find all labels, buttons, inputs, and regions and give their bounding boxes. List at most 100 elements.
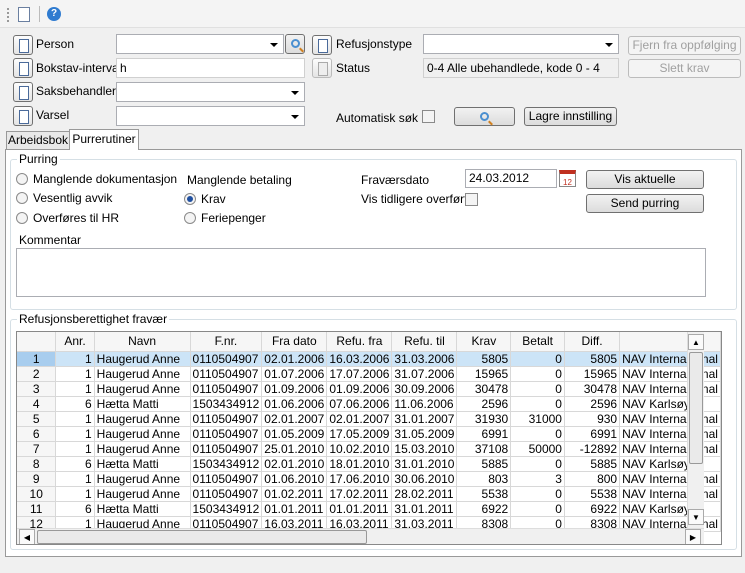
table-cell[interactable]: 0110504907 [190, 351, 263, 367]
table-cell[interactable]: 6 [55, 501, 95, 517]
table-cell[interactable]: 01.09.2006 [261, 381, 328, 397]
table-cell[interactable]: 0110504907 [190, 411, 263, 427]
varsel-icon[interactable] [13, 106, 33, 126]
table-cell[interactable]: 1503434912 [190, 456, 263, 472]
radio-vesentlig-avvik[interactable] [16, 192, 28, 204]
table-cell[interactable]: 1 [55, 351, 95, 367]
table-cell[interactable]: 31930 [456, 411, 512, 427]
table-cell[interactable]: 30.06.2010 [391, 471, 458, 487]
table-cell[interactable]: 0 [510, 456, 565, 472]
saksbehandler-icon[interactable] [13, 82, 33, 102]
search-button[interactable] [454, 107, 515, 126]
table-cell[interactable]: 01.07.2006 [261, 366, 328, 382]
table-cell[interactable]: 31000 [510, 411, 565, 427]
column-header[interactable] [619, 332, 721, 352]
table-cell[interactable]: 1 [55, 381, 95, 397]
table-cell[interactable]: 0 [510, 486, 565, 502]
table-cell[interactable]: NAV Internasjonal [619, 351, 721, 367]
table-cell[interactable]: Haugerud Anne [94, 486, 191, 502]
table-cell[interactable]: 31.01.2011 [391, 501, 458, 517]
automatisk-sok-checkbox[interactable] [422, 110, 435, 123]
table-cell[interactable]: 6922 [564, 501, 621, 517]
table-cell[interactable]: 0 [510, 381, 565, 397]
table-cell[interactable]: 0 [510, 396, 565, 412]
calendar-icon[interactable]: 12 [559, 170, 576, 187]
table-cell[interactable]: NAV Internasjonal [619, 381, 721, 397]
table-cell[interactable]: 25.01.2010 [261, 441, 328, 457]
table-cell[interactable]: Haugerud Anne [94, 381, 191, 397]
tab-arbeidsbok[interactable]: Arbeidsbok [6, 131, 70, 149]
radio-overfores-til-hr[interactable] [16, 212, 28, 224]
table-cell[interactable]: 1 [55, 411, 95, 427]
lagre-innstilling-button[interactable]: Lagre innstilling [524, 107, 617, 126]
table-cell[interactable]: 800 [564, 471, 621, 487]
table-cell[interactable]: 30478 [456, 381, 512, 397]
table-cell[interactable]: 0110504907 [190, 486, 263, 502]
table-cell[interactable]: 3 [510, 471, 565, 487]
table-cell[interactable]: 01.09.2006 [326, 381, 393, 397]
saksbehandler-combo[interactable] [116, 82, 305, 102]
fravaersdato-input[interactable]: 24.03.2012 [465, 169, 557, 188]
table-cell[interactable]: 30478 [564, 381, 621, 397]
column-header[interactable]: Navn [94, 332, 191, 352]
radio-krav[interactable] [184, 193, 196, 205]
scroll-thumb[interactable] [689, 352, 703, 464]
row-header[interactable]: 1 [17, 351, 57, 367]
help-icon[interactable]: ? [47, 7, 61, 21]
column-header[interactable]: Refu. til [391, 332, 458, 352]
person-icon[interactable] [13, 35, 33, 55]
row-header[interactable]: 10 [17, 486, 57, 502]
column-header[interactable]: Fra dato [261, 332, 328, 352]
table-row[interactable]: 6 1 Haugerud Anne 0110504907 01.05.2009 17.05… [17, 426, 721, 442]
column-header[interactable]: Betalt [510, 332, 565, 352]
table-cell[interactable]: 18.01.2010 [326, 456, 393, 472]
table-cell[interactable]: 10.02.2010 [326, 441, 393, 457]
row-header[interactable]: 2 [17, 366, 57, 382]
table-cell[interactable]: NAV Karlsøy [619, 396, 721, 412]
table-cell[interactable]: 6991 [456, 426, 512, 442]
table-cell[interactable]: 15965 [564, 366, 621, 382]
table-row[interactable]: 10 1 Haugerud Anne 0110504907 01.02.2011 17.0… [17, 486, 721, 502]
table-cell[interactable]: 31.05.2009 [391, 426, 458, 442]
row-header[interactable]: 9 [17, 471, 57, 487]
table-cell[interactable]: Haugerud Anne [94, 426, 191, 442]
radio-manglende-dokumentasjon[interactable] [16, 173, 28, 185]
varsel-combo[interactable] [116, 106, 305, 126]
table-cell[interactable]: 1 [55, 486, 95, 502]
table-cell[interactable]: 5805 [456, 351, 512, 367]
table-cell[interactable]: 01.06.2010 [261, 471, 328, 487]
slett-krav-button[interactable]: Slett krav [628, 59, 741, 78]
table-row[interactable]: 4 6 Hætta Matti 1503434912 01.06.2006 07.06.2… [17, 396, 721, 412]
table-cell[interactable]: 02.01.2010 [261, 456, 328, 472]
table-cell[interactable]: Haugerud Anne [94, 411, 191, 427]
table-cell[interactable]: 31.01.2007 [391, 411, 458, 427]
table-cell[interactable]: 0 [510, 366, 565, 382]
table-cell[interactable]: NAV Karlsøy [619, 501, 721, 517]
table-cell[interactable]: 803 [456, 471, 512, 487]
table-cell[interactable]: NAV Internasjonal [619, 486, 721, 502]
table-cell[interactable]: 1503434912 [190, 396, 263, 412]
table-cell[interactable]: 0110504907 [190, 471, 263, 487]
table-cell[interactable]: Haugerud Anne [94, 441, 191, 457]
vis-aktuelle-button[interactable]: Vis aktuelle [586, 170, 704, 189]
table-row[interactable]: 5 1 Haugerud Anne 0110504907 02.01.2007 02.01… [17, 411, 721, 427]
table-row[interactable]: 11 6 Hætta Matti 1503434912 01.01.2011 01.01.… [17, 501, 721, 517]
table-cell[interactable]: 17.06.2010 [326, 471, 393, 487]
table-cell[interactable]: 5805 [564, 351, 621, 367]
table-cell[interactable]: 15965 [456, 366, 512, 382]
kommentar-textarea[interactable] [16, 248, 706, 297]
horizontal-scrollbar[interactable]: ◀ ▶ [17, 528, 704, 544]
table-cell[interactable]: 01.01.2011 [326, 501, 393, 517]
table-cell[interactable]: 2596 [564, 396, 621, 412]
table-row[interactable]: 2 1 Haugerud Anne 0110504907 01.07.2006 17.07… [17, 366, 721, 382]
fjern-fra-oppfolging-button[interactable]: Fjern fra oppfølging [628, 36, 741, 55]
table-cell[interactable]: Haugerud Anne [94, 366, 191, 382]
table-cell[interactable]: 1 [55, 471, 95, 487]
vis-tidligere-checkbox[interactable] [465, 193, 478, 206]
bokstav-input[interactable]: h [116, 58, 305, 78]
table-cell[interactable]: 07.06.2006 [326, 396, 393, 412]
row-header[interactable]: 7 [17, 441, 57, 457]
table-cell[interactable]: Haugerud Anne [94, 471, 191, 487]
info-document-icon[interactable] [18, 7, 30, 22]
table-row[interactable]: 1 1 Haugerud Anne 0110504907 02.01.2006 16.03… [17, 351, 721, 367]
